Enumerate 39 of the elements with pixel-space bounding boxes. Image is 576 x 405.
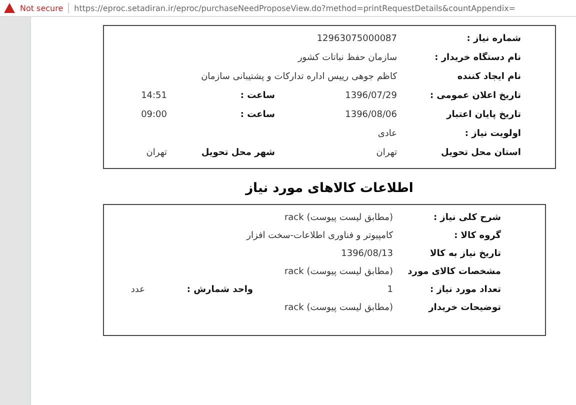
field-label: ساعت :	[239, 91, 276, 101]
address-bar[interactable]: Not secure https://eproc.setadiran.ir/eproc/purchaseNeedProposeView.do?method=printRequestDetails&countAppendix=	[0, 0, 576, 17]
field-value: کامپیوتر و فناوری اطلاعات-سخت افزار	[245, 231, 394, 241]
field-label: تاریخ اعلان عمومی :	[428, 91, 521, 101]
field-value: 1396/08/06	[344, 110, 398, 120]
field-value: 14:51	[140, 91, 168, 101]
warning-icon	[4, 3, 15, 13]
field-value: 1396/08/13	[340, 249, 394, 259]
field-label: نام ایجاد کننده	[456, 72, 521, 82]
field-value: 09:00	[140, 110, 168, 120]
field-label: تاریخ نیاز به کالا	[429, 249, 501, 259]
field-value: عادی	[376, 129, 398, 139]
field-label: شرح کلی نیاز :	[432, 213, 501, 223]
field-label: اولویت نیاز :	[464, 129, 521, 139]
field-label: استان محل تحویل	[440, 148, 521, 158]
field-label: شهر محل تحویل	[200, 148, 276, 158]
field-value: (مطابق لیست پیوست) rack	[283, 303, 394, 313]
field-value: عدد	[130, 285, 146, 295]
field-value: تهران	[145, 148, 168, 158]
field-label: واحد شمارش :	[186, 285, 254, 295]
field-value: 12963075000087	[316, 34, 398, 44]
field-label: تاریخ پایان اعتبار	[445, 110, 521, 120]
field-label: ساعت :	[239, 110, 276, 120]
field-value: 1	[386, 285, 394, 295]
field-value: سازمان حفظ نباتات کشور	[296, 53, 398, 63]
security-label: Not secure	[20, 4, 64, 12]
field-label: تعداد مورد نیاز :	[429, 285, 501, 295]
field-value: تهران	[375, 148, 398, 158]
field-label: شماره نیاز :	[466, 34, 521, 44]
field-label: گروه کالا :	[453, 231, 501, 241]
field-value: (مطابق لیست پیوست) rack	[283, 267, 394, 277]
field-value: (مطابق لیست پیوست) rack	[283, 213, 394, 223]
field-value: 1396/07/29	[344, 91, 398, 101]
field-value: کاظم جوهی رییس اداره تدارکات و پشتیبانی سازمان	[200, 72, 398, 82]
field-label: مشخصات کالای مورد	[406, 267, 501, 277]
field-label: توضیحات خریدار	[427, 303, 501, 313]
field-label: نام دستگاه خریدار :	[434, 53, 521, 63]
section-title: اطلاعات کالاهای مورد نیاز	[244, 180, 414, 198]
url-text: https://eproc.setadiran.ir/eproc/purchaseNeedProposeView.do?method=printRequestDetails&countAppendix=	[74, 4, 516, 12]
